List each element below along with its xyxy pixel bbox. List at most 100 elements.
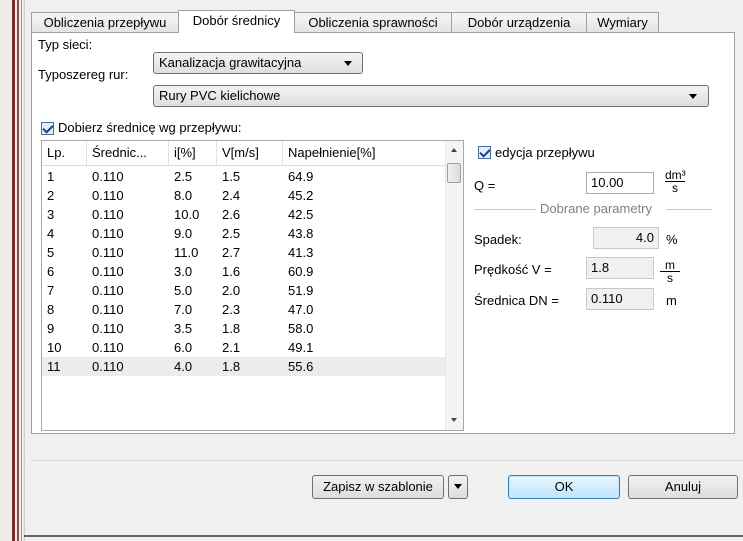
table-row[interactable]: 3 0.110 10.0 2.6 42.5: [42, 205, 445, 224]
table-cell: 3: [47, 207, 55, 222]
table-cell: 0.110: [92, 283, 124, 298]
table-cell: 2: [47, 188, 55, 203]
table-cell: 9: [47, 321, 55, 336]
table-cell: 1.8: [222, 321, 241, 336]
table-row[interactable]: 7 0.110 5.0 2.0 51.9: [42, 281, 445, 300]
tab-diameter-selection[interactable]: Dobór średnicy: [178, 10, 295, 33]
window-bottom-border: [24, 535, 743, 537]
save-template-dropdown-button[interactable]: [448, 475, 468, 499]
flow-edit-checkbox[interactable]: [478, 146, 491, 159]
network-type-label: Typ sieci:: [38, 37, 93, 52]
table-scrollbar[interactable]: [445, 141, 463, 430]
table-row[interactable]: 9 0.110 3.5 1.8 58.0: [42, 319, 445, 338]
table-row[interactable]: 1 0.110 2.5 1.5 64.9: [42, 167, 445, 186]
column-header-filling[interactable]: Napełnienie[%]: [283, 141, 445, 165]
table-cell: 0.110: [92, 188, 124, 203]
tab-efficiency-calculations[interactable]: Obliczenia sprawności: [294, 12, 452, 32]
table-cell: 4: [47, 226, 55, 241]
tab-device-selection[interactable]: Dobór urządzenia: [451, 12, 587, 32]
table-row[interactable]: 10 0.110 6.0 2.1 49.1: [42, 338, 445, 357]
table-cell: 2.5: [222, 226, 241, 241]
table-row[interactable]: 8 0.110 7.0 2.3 47.0: [42, 300, 445, 319]
tab-dimensions[interactable]: Wymiary: [586, 12, 659, 32]
left-window-border: [0, 0, 25, 541]
border-stripe: [17, 0, 19, 541]
table-cell: 1.6: [222, 264, 241, 279]
auto-diameter-checkbox[interactable]: [41, 122, 54, 135]
column-header-slope[interactable]: i[%]: [169, 141, 217, 165]
tab-panel: Typ sieci: Kanalizacja grawitacyjna Typo…: [31, 32, 735, 434]
table-row[interactable]: 2 0.110 8.0 2.4 45.2: [42, 186, 445, 205]
q-unit-denominator: s: [672, 181, 678, 195]
table-cell: 0.110: [92, 226, 124, 241]
scroll-up-arrow-icon[interactable]: [451, 148, 457, 152]
table-cell: 3.5: [174, 321, 193, 336]
table-cell: 45.2: [288, 188, 314, 203]
q-input[interactable]: 10.00: [586, 172, 654, 194]
table-cell: 51.9: [288, 283, 314, 298]
table-cell: 6.0: [174, 340, 193, 355]
table-cell: 11: [47, 359, 61, 374]
diameter-unit: m: [666, 293, 677, 308]
tab-flow-calculations[interactable]: Obliczenia przepływu: [31, 12, 179, 32]
table-cell: 43.8: [288, 226, 314, 241]
table-cell: 0.110: [92, 207, 124, 222]
table-cell: 6: [47, 264, 55, 279]
table-cell: 10: [47, 340, 62, 355]
table-cell: 2.0: [222, 283, 241, 298]
footer-separator: [31, 460, 743, 461]
table-cell: 1: [47, 169, 55, 184]
scrollbar-thumb[interactable]: [447, 163, 461, 183]
speed-label: Prędkość V =: [474, 262, 552, 277]
column-header-diameter[interactable]: Średnic...: [87, 141, 169, 165]
speed-unit-denominator: s: [667, 271, 673, 285]
q-label: Q =: [474, 178, 496, 193]
diameter-table: Lp. Średnic... i[%] V[m/s] Napełnienie[%…: [41, 140, 464, 431]
scroll-down-arrow-icon[interactable]: [451, 418, 457, 422]
table-row[interactable]: 6 0.110 3.0 1.6 60.9: [42, 262, 445, 281]
q-unit: dm³ s: [665, 169, 686, 195]
diameter-value: 0.110: [586, 288, 654, 310]
table-cell: 4.0: [174, 359, 193, 374]
table-cell: 0.110: [92, 245, 124, 260]
save-template-button[interactable]: Zapisz w szablonie: [312, 475, 444, 499]
ok-button[interactable]: OK: [508, 475, 620, 499]
slope-unit: %: [666, 232, 678, 247]
group-divider: [666, 209, 712, 210]
border-stripe: [21, 0, 22, 541]
table-cell: 0.110: [92, 340, 124, 355]
border-stripe: [12, 0, 15, 541]
chevron-down-icon: [344, 61, 352, 66]
column-header-no[interactable]: Lp.: [42, 141, 87, 165]
auto-diameter-label: Dobierz średnicę wg przepływu:: [58, 120, 242, 135]
group-divider: [474, 209, 536, 210]
table-cell: 7.0: [174, 302, 193, 317]
network-type-value: Kanalizacja grawitacyjna: [159, 55, 302, 70]
table-cell: 0.110: [92, 359, 124, 374]
table-cell: 2.6: [222, 207, 241, 222]
speed-unit: m s: [660, 259, 680, 284]
flow-edit-label: edycja przepływu: [495, 145, 595, 160]
table-cell: 7: [47, 283, 55, 298]
table-cell: 0.110: [92, 169, 124, 184]
diameter-label: Średnica DN =: [474, 293, 559, 308]
table-cell: 8.0: [174, 188, 193, 203]
chevron-down-icon: [689, 94, 697, 99]
table-row[interactable]: 11 0.110 4.0 1.8 55.6: [42, 357, 445, 376]
table-cell: 42.5: [288, 207, 314, 222]
table-cell: 0.110: [92, 302, 124, 317]
table-row[interactable]: 5 0.110 11.0 2.7 41.3: [42, 243, 445, 262]
network-type-select[interactable]: Kanalizacja grawitacyjna: [153, 52, 363, 74]
cancel-button[interactable]: Anuluj: [628, 475, 738, 499]
table-cell: 58.0: [288, 321, 314, 336]
table-cell: 3.0: [174, 264, 193, 279]
pipe-series-select[interactable]: Rury PVC kielichowe: [153, 85, 709, 107]
table-cell: 64.9: [288, 169, 314, 184]
chevron-down-icon: [454, 484, 462, 489]
table-cell: 9.0: [174, 226, 193, 241]
table-cell: 2.4: [222, 188, 241, 203]
table-cell: 41.3: [288, 245, 314, 260]
params-group-title: Dobrane parametry: [540, 201, 652, 216]
table-row[interactable]: 4 0.110 9.0 2.5 43.8: [42, 224, 445, 243]
column-header-velocity[interactable]: V[m/s]: [217, 141, 283, 165]
